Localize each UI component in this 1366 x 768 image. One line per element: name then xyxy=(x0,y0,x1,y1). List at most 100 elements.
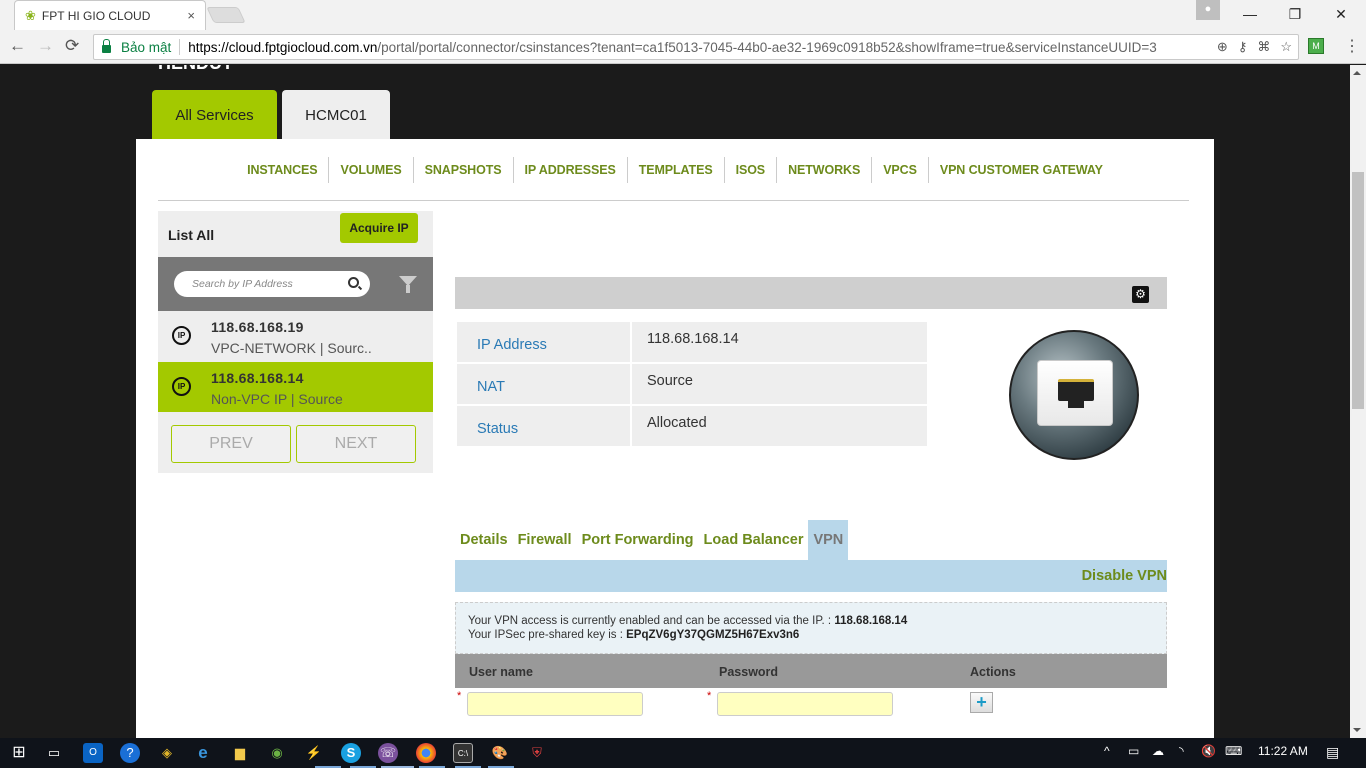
tray-chevron-icon[interactable]: ^ xyxy=(1104,744,1110,758)
nav-volumes[interactable]: VOLUMES xyxy=(328,157,412,183)
bookmark-star-icon[interactable]: ☆ xyxy=(1280,39,1292,55)
minimize-button[interactable]: — xyxy=(1227,0,1273,28)
extension-shield-icon[interactable]: M xyxy=(1308,38,1324,54)
battery-icon[interactable]: ▭ xyxy=(1128,744,1139,758)
nav-vpcs[interactable]: VPCS xyxy=(871,157,928,183)
reload-button[interactable]: ⟳ xyxy=(65,36,79,56)
back-button[interactable]: ← xyxy=(9,36,26,56)
vpn-access-text: Your VPN access is currently enabled and… xyxy=(468,615,835,627)
vpn-password-input[interactable] xyxy=(717,692,893,716)
scroll-up-icon[interactable] xyxy=(1353,71,1361,75)
prev-button[interactable]: PREV xyxy=(171,425,291,463)
nav-instances[interactable]: INSTANCES xyxy=(236,157,328,183)
tab-port-forwarding[interactable]: Port Forwarding xyxy=(577,520,699,560)
zoom-icon[interactable]: ⊕ xyxy=(1217,39,1228,55)
search-bar xyxy=(158,257,433,311)
list-all-label: List All xyxy=(168,227,215,243)
paint-icon[interactable]: 🎨 xyxy=(490,743,510,763)
ip-subtitle: VPC-NETWORK | Sourc.. xyxy=(211,340,372,356)
ip-address: 118.68.168.14 xyxy=(211,370,304,386)
vpn-info-box: Your VPN access is currently enabled and… xyxy=(455,602,1167,654)
nav-templates[interactable]: TEMPLATES xyxy=(626,157,724,183)
scrollbar-thumb[interactable] xyxy=(1352,172,1364,409)
browser-tab-strip: ❀ FPT HI GIO CLOUD × ● — ❐ ✕ xyxy=(0,0,1366,30)
ip-list-item[interactable]: IP 118.68.168.19 VPC-NETWORK | Sourc.. xyxy=(158,311,433,361)
tab-details[interactable]: Details xyxy=(455,520,513,560)
password-key-icon[interactable]: ⚷ xyxy=(1238,39,1248,55)
tab-vpn[interactable]: VPN xyxy=(808,520,849,560)
detail-tabs: Details Firewall Port Forwarding Load Ba… xyxy=(455,520,849,560)
translate-icon[interactable]: ⌘ xyxy=(1257,39,1270,55)
nav-ip-addresses[interactable]: IP ADDRESSES xyxy=(512,157,627,183)
chrome-icon[interactable] xyxy=(416,743,436,763)
vpn-preshared-key: EPqZV6gY37QGMZ5H67Exv3n6 xyxy=(626,629,800,641)
file-explorer-icon[interactable]: ▆ xyxy=(230,743,250,763)
ip-list-panel: List All Acquire IP IP 118.68.168.19 VPC… xyxy=(158,211,433,473)
task-view-icon[interactable]: ▭ xyxy=(44,743,64,763)
add-vpn-user-button[interactable]: + xyxy=(970,692,993,713)
windows-taskbar: ⊞ ▭ O ? ◈ e ▆ ◉ ⚡ S ☏ C:\ 🎨 ⛨ ^ ▭ ☁ ◝ 🔇 … xyxy=(0,738,1366,768)
detail-row: IP Address 118.68.168.14 xyxy=(457,322,927,362)
action-center-icon[interactable]: ▤ xyxy=(1326,744,1339,761)
vpn-key-line: Your IPSec pre-shared key is : EPqZV6gY3… xyxy=(468,628,1166,642)
edge-icon[interactable]: e xyxy=(193,743,213,763)
tab-firewall[interactable]: Firewall xyxy=(513,520,577,560)
detail-value: 118.68.168.14 xyxy=(632,322,927,362)
filter-icon[interactable] xyxy=(399,276,417,293)
gear-icon[interactable]: ⚙ xyxy=(1132,286,1149,303)
column-header-actions: Actions xyxy=(970,665,1016,679)
vpn-username-input[interactable] xyxy=(467,692,643,716)
vmware-icon[interactable]: ◈ xyxy=(157,743,177,763)
outlook-icon[interactable]: O xyxy=(83,743,103,763)
skype-icon[interactable]: S xyxy=(341,743,361,763)
ip-icon: IP xyxy=(172,377,191,396)
page-scrollbar[interactable] xyxy=(1350,65,1366,738)
clock[interactable]: 11:22 AM xyxy=(1258,744,1308,758)
new-tab-button[interactable] xyxy=(206,7,246,23)
divider xyxy=(158,200,1189,201)
divider xyxy=(179,39,181,55)
disable-vpn-link[interactable]: Disable VPN xyxy=(1082,568,1167,584)
restore-button[interactable]: ❐ xyxy=(1272,0,1318,28)
lock-icon xyxy=(102,39,111,53)
volume-muted-icon[interactable]: 🔇 xyxy=(1201,744,1216,758)
url-path: /portal/portal/connector/csinstances?ten… xyxy=(377,39,1157,55)
profile-icon[interactable]: ● xyxy=(1196,0,1220,20)
nav-snapshots[interactable]: SNAPSHOTS xyxy=(412,157,513,183)
detail-value: Source xyxy=(632,364,927,404)
keyboard-icon[interactable]: ⌨ xyxy=(1225,744,1242,758)
network-globe-icon xyxy=(1009,330,1139,460)
help-icon[interactable]: ? xyxy=(120,743,140,763)
browser-tab[interactable]: ❀ FPT HI GIO CLOUD × xyxy=(14,0,206,30)
detail-key: Status xyxy=(457,406,630,446)
cmd-icon[interactable]: C:\ xyxy=(453,743,473,763)
viber-icon[interactable]: ☏ xyxy=(378,743,398,763)
tab-hcmc01[interactable]: HCMC01 xyxy=(282,90,390,140)
acquire-ip-button[interactable]: Acquire IP xyxy=(340,213,418,243)
ip-address: 118.68.168.19 xyxy=(211,319,304,335)
network-tool-icon[interactable]: ⚡ xyxy=(304,743,324,763)
ip-list-item-selected[interactable]: IP 118.68.168.14 Non-VPC IP | Source xyxy=(158,362,433,412)
tab-load-balancer[interactable]: Load Balancer xyxy=(699,520,809,560)
nav-networks[interactable]: NETWORKS xyxy=(776,157,871,183)
tab-all-services[interactable]: All Services xyxy=(152,90,277,140)
search-ip-input[interactable] xyxy=(174,271,370,297)
wifi-icon[interactable]: ◝ xyxy=(1179,744,1184,758)
search-icon[interactable] xyxy=(348,277,359,288)
nav-vpn-customer-gateway[interactable]: VPN CUSTOMER GATEWAY xyxy=(927,157,1114,183)
onedrive-icon[interactable]: ☁ xyxy=(1152,744,1164,758)
address-bar[interactable]: Bảo mật https://cloud.fptgiocloud.com.vn… xyxy=(93,34,1299,60)
nav-isos[interactable]: ISOS xyxy=(723,157,776,183)
next-button[interactable]: NEXT xyxy=(296,425,416,463)
browser-menu-icon[interactable]: ⋮ xyxy=(1344,36,1360,56)
close-window-button[interactable]: ✕ xyxy=(1318,0,1364,28)
url-host: https://cloud.fptgiocloud.com.vn xyxy=(188,39,378,55)
ip-icon: IP xyxy=(172,326,191,345)
forward-button[interactable]: → xyxy=(37,36,54,56)
scroll-down-icon[interactable] xyxy=(1353,728,1361,732)
windows-start-icon[interactable]: ⊞ xyxy=(9,743,29,763)
tab-close-icon[interactable]: × xyxy=(187,8,195,23)
detail-header-bar: ⚙ xyxy=(455,277,1167,309)
shield-app-icon[interactable]: ⛨ xyxy=(527,743,547,763)
greenshot-icon[interactable]: ◉ xyxy=(267,743,287,763)
